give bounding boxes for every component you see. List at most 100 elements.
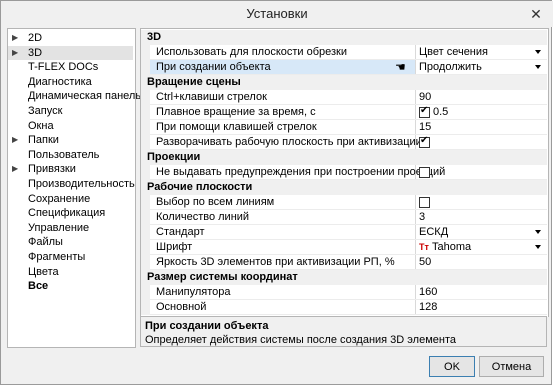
ok-button[interactable]: OK bbox=[429, 356, 475, 377]
grid-property-row[interactable]: Основной 128 bbox=[141, 300, 547, 315]
tree-item[interactable]: Производительность bbox=[8, 177, 135, 191]
row-gutter bbox=[141, 285, 150, 300]
property-name: Разворачивать рабочую плоскость при акти… bbox=[156, 136, 422, 148]
property-name: Выбор по всем линиям bbox=[156, 196, 275, 208]
property-name: Не выдавать предупреждения при построени… bbox=[156, 166, 446, 178]
property-value[interactable]: 0.5 bbox=[433, 105, 448, 120]
row-gutter bbox=[141, 60, 150, 75]
tree-item[interactable]: Окна bbox=[8, 119, 133, 133]
tree-item[interactable]: ▶ 2D bbox=[8, 31, 133, 45]
grid-category-row[interactable]: Размер системы координат bbox=[141, 270, 547, 285]
tree-item[interactable]: Запуск bbox=[8, 104, 133, 118]
grid-property-row[interactable]: При создании объекта Продолжить ☚ bbox=[141, 60, 547, 75]
checkmark-icon: ✔ bbox=[420, 135, 429, 146]
expand-arrow-icon[interactable]: ▶ bbox=[12, 46, 20, 60]
checkbox[interactable] bbox=[419, 167, 430, 178]
close-icon[interactable]: ✕ bbox=[527, 5, 545, 23]
expand-arrow-icon[interactable]: ▶ bbox=[12, 31, 20, 45]
property-value[interactable]: Tahoma bbox=[432, 240, 471, 255]
expand-arrow-icon[interactable]: ▶ bbox=[12, 162, 20, 176]
property-value[interactable]: 128 bbox=[419, 300, 437, 315]
dropdown-arrow-icon[interactable] bbox=[535, 230, 541, 234]
row-gutter bbox=[141, 210, 150, 225]
column-separator bbox=[415, 255, 416, 270]
grid-property-row[interactable]: Плавное вращение за время, с ✔ 0.5 bbox=[141, 105, 547, 120]
row-gutter bbox=[141, 240, 150, 255]
property-value[interactable]: 15 bbox=[419, 120, 431, 135]
dropdown-arrow-icon[interactable] bbox=[535, 50, 541, 54]
category-label: Рабочие плоскости bbox=[147, 181, 253, 193]
grid-property-row[interactable]: Выбор по всем линиям bbox=[141, 195, 547, 210]
column-separator bbox=[415, 90, 416, 105]
tree-item[interactable]: Управление bbox=[8, 221, 133, 235]
tree-item[interactable]: Диагностика bbox=[8, 75, 133, 89]
tree-item-label: Привязки bbox=[28, 163, 76, 176]
button-bar: OK Отмена bbox=[1, 349, 551, 384]
grid-property-row[interactable]: Ctrl+клавиши стрелок 90 bbox=[141, 90, 547, 105]
property-value[interactable]: Продолжить bbox=[419, 60, 482, 75]
tree-item-label: Сохранение bbox=[28, 192, 91, 205]
window-title: Установки bbox=[246, 6, 308, 21]
property-value[interactable]: 90 bbox=[419, 90, 431, 105]
property-value[interactable]: Цвет сечения bbox=[419, 45, 488, 60]
column-separator bbox=[415, 210, 416, 225]
grid-category-row[interactable]: 3D bbox=[141, 30, 547, 45]
tree-item-label: Цвета bbox=[28, 265, 59, 278]
row-gutter bbox=[141, 300, 150, 315]
description-text: Определяет действия системы после создан… bbox=[145, 334, 456, 346]
row-gutter bbox=[141, 195, 150, 210]
grid-category-row[interactable]: Вращение сцены bbox=[141, 75, 547, 90]
category-label: Вращение сцены bbox=[147, 76, 241, 88]
tree-item[interactable]: ▶ Привязки bbox=[8, 162, 133, 176]
grid-property-row[interactable]: Стандарт ЕСКД bbox=[141, 225, 547, 240]
tree-item-label: Запуск bbox=[28, 105, 63, 117]
tree-item[interactable]: Все bbox=[8, 279, 133, 293]
grid-property-row[interactable]: Шрифт Tт Tahoma bbox=[141, 240, 547, 255]
tree-item-label: Файлы bbox=[28, 236, 63, 249]
tree-item[interactable]: Файлы bbox=[8, 235, 133, 249]
category-label: 3D bbox=[147, 31, 162, 43]
row-gutter bbox=[141, 135, 150, 150]
tree-item-label: Спецификация bbox=[28, 207, 106, 220]
tree-item[interactable]: ▶ Папки bbox=[8, 133, 133, 147]
expand-arrow-icon[interactable]: ▶ bbox=[12, 133, 20, 147]
tree-item[interactable]: Сохранение bbox=[8, 192, 133, 206]
grid-property-row[interactable]: Манипулятора 160 bbox=[141, 285, 547, 300]
tree-item[interactable]: Спецификация bbox=[8, 206, 133, 220]
property-value[interactable]: ЕСКД bbox=[419, 225, 448, 240]
tree-item-label: Производительность bbox=[28, 178, 135, 190]
checkbox[interactable] bbox=[419, 197, 430, 208]
tree-item[interactable]: Динамическая панель bbox=[8, 89, 141, 103]
category-tree: ▶ 2D ▶ 3D T-FLEX DOCs Диагностика Динамическая… bbox=[7, 28, 141, 348]
grid-category-row[interactable]: Рабочие плоскости bbox=[141, 180, 547, 195]
tree-item-label: Папки bbox=[28, 134, 59, 147]
grid-category-row[interactable]: Проекции bbox=[141, 150, 547, 165]
grid-property-row[interactable]: Не выдавать предупреждения при построени… bbox=[141, 165, 547, 180]
checkbox[interactable]: ✔ bbox=[419, 105, 430, 118]
property-name: Основной bbox=[156, 301, 207, 313]
grid-property-row[interactable]: Использовать для плоскости обрезки Цвет с… bbox=[141, 45, 547, 60]
tree-item[interactable]: Фрагменты bbox=[8, 250, 133, 264]
grid-property-row[interactable]: При помощи клавишей стрелок 15 bbox=[141, 120, 547, 135]
title-bar: Установки ✕ bbox=[1, 1, 553, 27]
property-value[interactable]: 3 bbox=[419, 210, 425, 225]
dropdown-arrow-icon[interactable] bbox=[535, 245, 541, 249]
checkbox[interactable]: ✔ bbox=[419, 135, 430, 148]
property-value[interactable]: 160 bbox=[419, 285, 437, 300]
tree-item[interactable]: T-FLEX DOCs bbox=[8, 60, 133, 74]
column-separator bbox=[415, 285, 416, 300]
grid-property-row[interactable]: Яркость 3D элементов при активизации РП,… bbox=[141, 255, 547, 270]
tree-item[interactable]: Цвета bbox=[8, 265, 133, 279]
dropdown-arrow-icon[interactable] bbox=[535, 65, 541, 69]
property-name: Шрифт bbox=[156, 241, 193, 253]
cancel-button[interactable]: Отмена bbox=[479, 356, 544, 377]
grid-property-row[interactable]: Количество линий 3 bbox=[141, 210, 547, 225]
tree-item[interactable]: Пользователь bbox=[8, 148, 133, 162]
property-name: Плавное вращение за время, с bbox=[156, 106, 316, 118]
property-value[interactable]: 50 bbox=[419, 255, 431, 270]
tree-item-label: Окна bbox=[28, 119, 54, 132]
tree-item-label: Диагностика bbox=[28, 75, 92, 88]
dialog-body: ▶ 2D ▶ 3D T-FLEX DOCs Диагностика Динамическая… bbox=[7, 28, 549, 348]
grid-property-row[interactable]: Разворачивать рабочую плоскость при акти… bbox=[141, 135, 547, 150]
tree-item[interactable]: ▶ 3D bbox=[8, 45, 133, 60]
